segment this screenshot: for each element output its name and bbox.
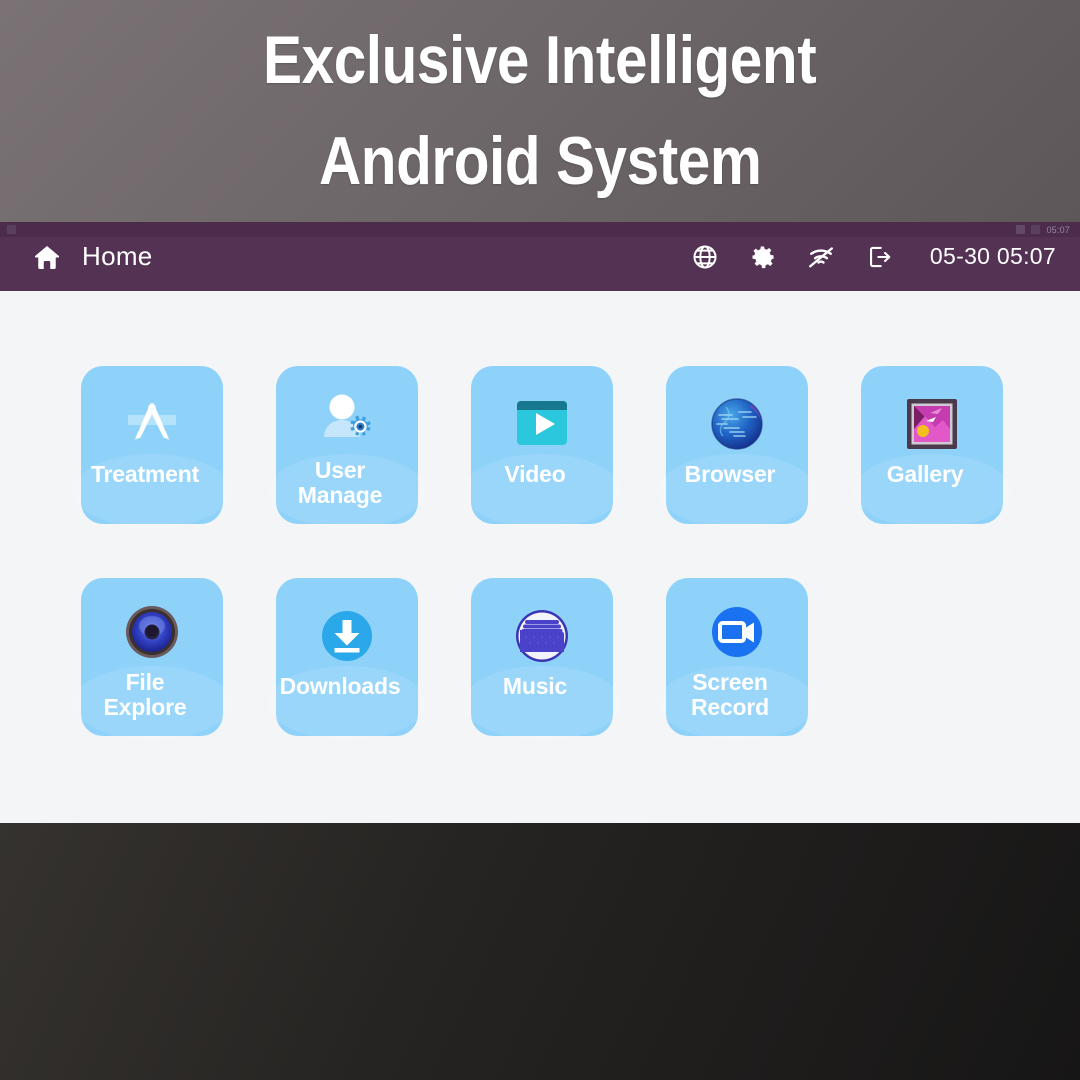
app-label: Video [504, 461, 566, 487]
app-bar-right: 05-30 05:07 [690, 242, 1056, 272]
app-tile-treatment[interactable]: Treatment [73, 366, 231, 528]
app-store-icon [116, 388, 188, 460]
banner-title-line1: Exclusive Intelligent [263, 22, 817, 99]
app-label: Screen Record [690, 669, 770, 720]
app-bar: Home 05-30 05:07 [0, 222, 1080, 291]
globe-icon[interactable] [690, 242, 720, 272]
user-gear-icon [311, 384, 383, 456]
app-bar-left: Home [32, 241, 153, 272]
app-tile-music[interactable]: Music [463, 578, 621, 740]
banner-title-line2: Android System [318, 123, 762, 199]
app-tile-screen-record[interactable]: Screen Record [658, 578, 816, 740]
app-label: Downloads [279, 673, 401, 699]
home-content: Treatment User Manage Video Browser Gall… [0, 291, 1080, 823]
home-icon[interactable] [32, 242, 62, 272]
app-tile-file-explore[interactable]: File Explore [73, 578, 231, 740]
video-camera-icon [701, 596, 773, 668]
speaker-icon [116, 596, 188, 668]
download-icon [311, 600, 383, 672]
globe-sphere-icon [701, 388, 773, 460]
app-label: Music [502, 673, 568, 699]
framed-photo-icon [896, 388, 968, 460]
app-tile-video[interactable]: Video [463, 366, 621, 528]
app-tile-browser[interactable]: Browser [658, 366, 816, 528]
app-tile-gallery[interactable]: Gallery [853, 366, 1011, 528]
video-player-icon [506, 388, 578, 460]
app-tile-downloads[interactable]: Downloads [268, 578, 426, 740]
app-tile-user-manage[interactable]: User Manage [268, 366, 426, 528]
folder-stack-icon [506, 600, 578, 672]
app-bar-title: Home [82, 241, 153, 271]
device-screen: Exclusive Intelligent Android System 05:… [0, 0, 1080, 1080]
app-label: File Explore [103, 669, 187, 720]
app-label: User Manage [297, 457, 383, 508]
wifi-off-icon[interactable] [806, 242, 836, 272]
app-label: Browser [684, 461, 776, 487]
bottom-dark-area [0, 823, 1080, 1080]
app-label: Treatment [90, 461, 200, 487]
clock-label: 05-30 05:07 [929, 243, 1056, 269]
app-label: Gallery [886, 461, 964, 487]
app-grid: Treatment User Manage Video Browser Gall… [73, 366, 1011, 740]
gear-icon[interactable] [748, 242, 778, 272]
promo-banner: Exclusive Intelligent Android System [0, 0, 1080, 222]
logout-icon[interactable] [864, 242, 894, 272]
